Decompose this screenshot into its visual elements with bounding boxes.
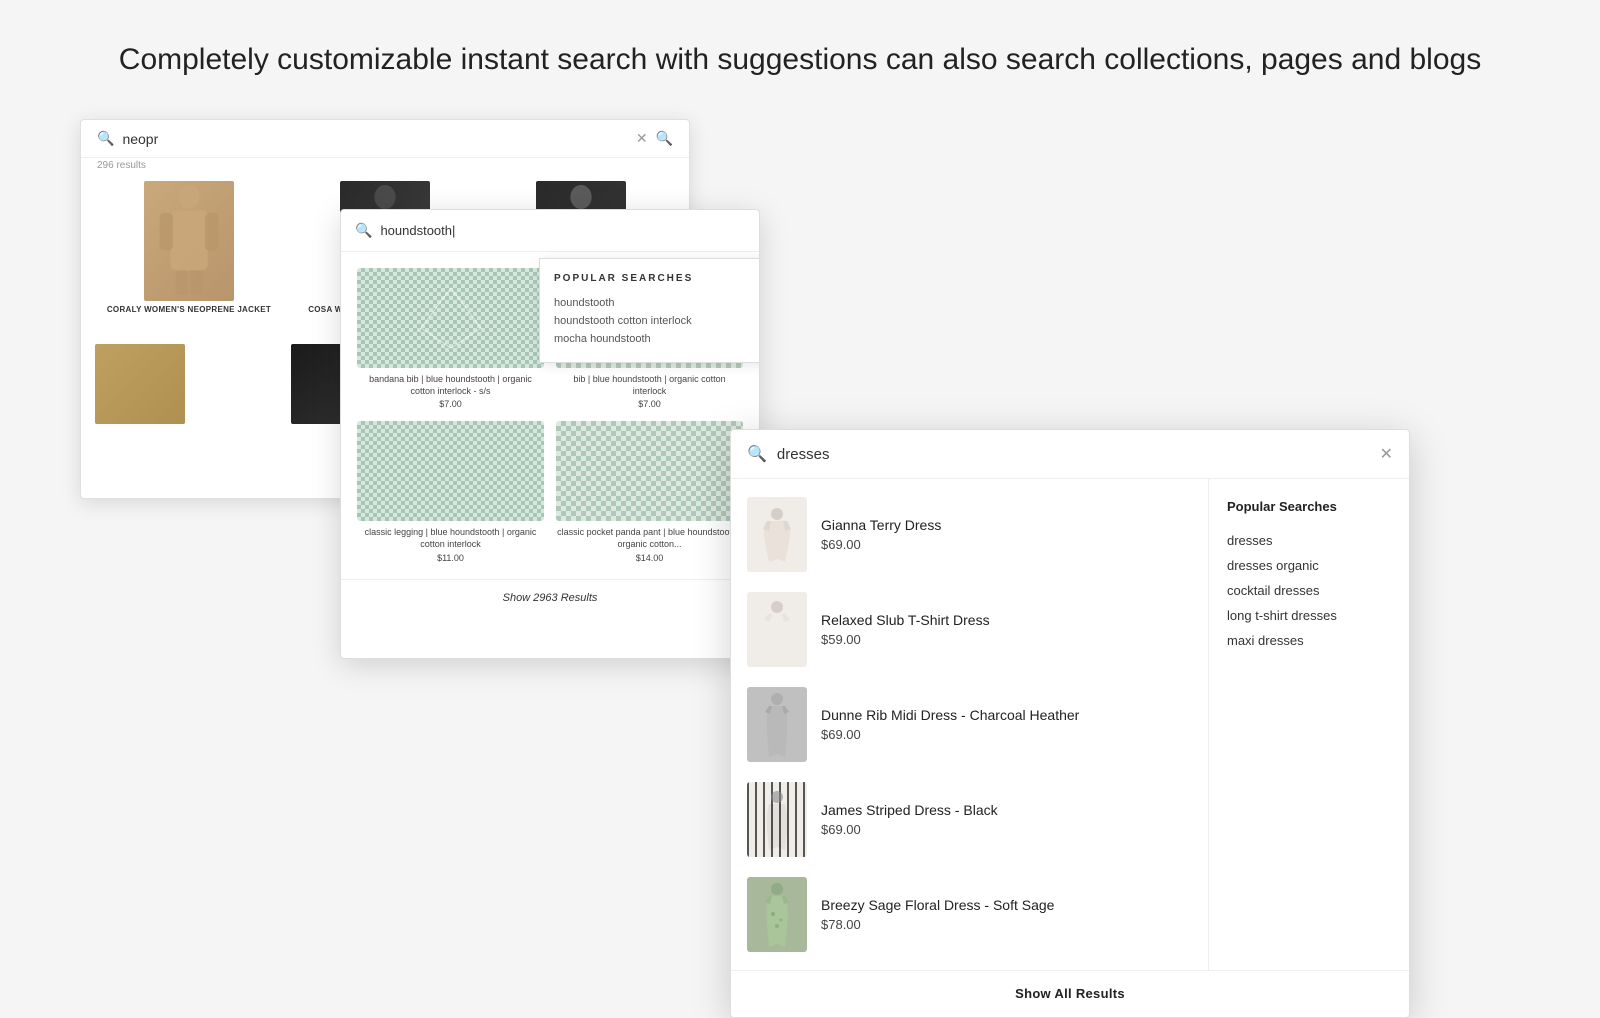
product-name: Relaxed Slub T-Shirt Dress [821, 612, 1192, 628]
list-item[interactable]: CORALY WOMEN'S NEOPRENE JACKET [91, 177, 287, 336]
product-name: Breezy Sage Floral Dress - Soft Sage [821, 897, 1192, 913]
product-thumbnail [747, 877, 807, 952]
product-info: Breezy Sage Floral Dress - Soft Sage $78… [821, 897, 1192, 932]
list-item[interactable]: dresses organic [1227, 553, 1391, 578]
list-item[interactable]: Dunne Rib Midi Dress - Charcoal Heather … [731, 677, 1208, 772]
list-item[interactable]: houndstooth [554, 294, 754, 312]
bg2-search-input[interactable]: houndstooth| [380, 223, 745, 238]
product-thumbnail [95, 344, 185, 424]
list-item[interactable]: dresses [1227, 528, 1391, 553]
list-item[interactable]: Gianna Terry Dress $69.00 [731, 487, 1208, 582]
bg1-search-submit-icon[interactable]: 🔍 [656, 130, 673, 147]
product-price: $59.00 [821, 632, 1192, 647]
product-price: $69.00 [821, 537, 1192, 552]
product-thumbnail [357, 421, 544, 521]
product-info: Gianna Terry Dress $69.00 [821, 517, 1192, 552]
product-price: $7.00 [556, 399, 743, 409]
product-price: $14.00 [556, 553, 743, 563]
bg2-popular-panel: POPULAR SEARCHES houndstooth houndstooth… [539, 258, 760, 363]
product-thumbnail [747, 687, 807, 762]
product-name: bib | blue houndstooth | organic cotton … [556, 374, 743, 397]
fg-sidebar: Popular Searches dresses dresses organic… [1209, 479, 1409, 970]
fg-search-bar: 🔍 ✕ [731, 430, 1409, 479]
list-item[interactable]: mocha houndstooth [554, 330, 754, 348]
bg1-search-input[interactable]: neopr [122, 131, 627, 147]
fg-close-icon[interactable]: ✕ [1380, 444, 1393, 464]
product-thumbnail [747, 592, 807, 667]
fg-search-panel: 🔍 ✕ G [730, 429, 1410, 1018]
product-name: classic pocket panda pant | blue houndst… [556, 527, 743, 550]
product-name: bandana bib | blue houndstooth | organic… [357, 374, 544, 397]
product-info: Relaxed Slub T-Shirt Dress $59.00 [821, 612, 1192, 647]
list-item[interactable]: James Striped Dress - Black $69.00 [731, 772, 1208, 867]
product-price: $69.00 [821, 727, 1192, 742]
bg-screenshot-2: 🔍 houndstooth| bandana bib | blue hounds… [340, 209, 760, 659]
fg-products-list: Gianna Terry Dress $69.00 [731, 479, 1209, 970]
product-name: James Striped Dress - Black [821, 802, 1192, 818]
fg-show-all-button[interactable]: Show All Results [1015, 986, 1125, 1001]
fg-content: Gianna Terry Dress $69.00 [731, 479, 1409, 970]
product-price: $7.00 [357, 399, 544, 409]
product-price: $78.00 [821, 917, 1192, 932]
list-item[interactable]: long t-shirt dresses [1227, 603, 1391, 628]
product-name: Dunne Rib Midi Dress - Charcoal Heather [821, 707, 1192, 723]
list-item[interactable]: bandana bib | blue houndstooth | organic… [357, 268, 544, 409]
bg2-search-icon: 🔍 [355, 222, 372, 239]
list-item[interactable] [91, 340, 287, 428]
screenshots-container: 🔍 neopr ✕ 🔍 296 results CORALY WO [60, 119, 1540, 859]
list-item[interactable]: classic pocket panda pant | blue houndst… [556, 421, 743, 562]
bg1-search-icon: 🔍 [97, 130, 114, 147]
list-item[interactable]: maxi dresses [1227, 628, 1391, 653]
product-name: CORALY WOMEN'S NEOPRENE JACKET [95, 305, 283, 314]
bg2-show-results[interactable]: Show 2963 Results [341, 579, 759, 616]
product-thumbnail [747, 497, 807, 572]
fg-search-input[interactable] [777, 446, 1370, 463]
bg1-search-bar: 🔍 neopr ✕ 🔍 [81, 120, 689, 158]
product-price: $69.00 [821, 822, 1192, 837]
bg1-clear-icon[interactable]: ✕ [636, 130, 648, 147]
product-thumbnail [144, 181, 234, 301]
list-item[interactable]: houndstooth cotton interlock [554, 312, 754, 330]
product-info: Dunne Rib Midi Dress - Charcoal Heather … [821, 707, 1192, 742]
product-price: $11.00 [357, 553, 544, 563]
list-item[interactable]: classic legging | blue houndstooth | org… [357, 421, 544, 562]
list-item[interactable]: cocktail dresses [1227, 578, 1391, 603]
list-item[interactable]: Breezy Sage Floral Dress - Soft Sage $78… [731, 867, 1208, 962]
bg1-results-label: 296 results [81, 158, 689, 177]
product-info: James Striped Dress - Black $69.00 [821, 802, 1192, 837]
product-thumbnail [747, 782, 807, 857]
product-name: Gianna Terry Dress [821, 517, 1192, 533]
product-thumbnail [556, 421, 743, 521]
fg-search-icon: 🔍 [747, 444, 767, 464]
page-headline: Completely customizable instant search w… [119, 40, 1481, 79]
list-item[interactable]: Relaxed Slub T-Shirt Dress $59.00 [731, 582, 1208, 677]
fg-popular-title: Popular Searches [1227, 499, 1391, 514]
product-name: classic legging | blue houndstooth | org… [357, 527, 544, 550]
bg2-popular-title: POPULAR SEARCHES [554, 273, 754, 284]
product-thumbnail [357, 268, 544, 368]
bg2-search-bar: 🔍 houndstooth| [341, 210, 759, 252]
fg-footer: Show All Results [731, 970, 1409, 1017]
